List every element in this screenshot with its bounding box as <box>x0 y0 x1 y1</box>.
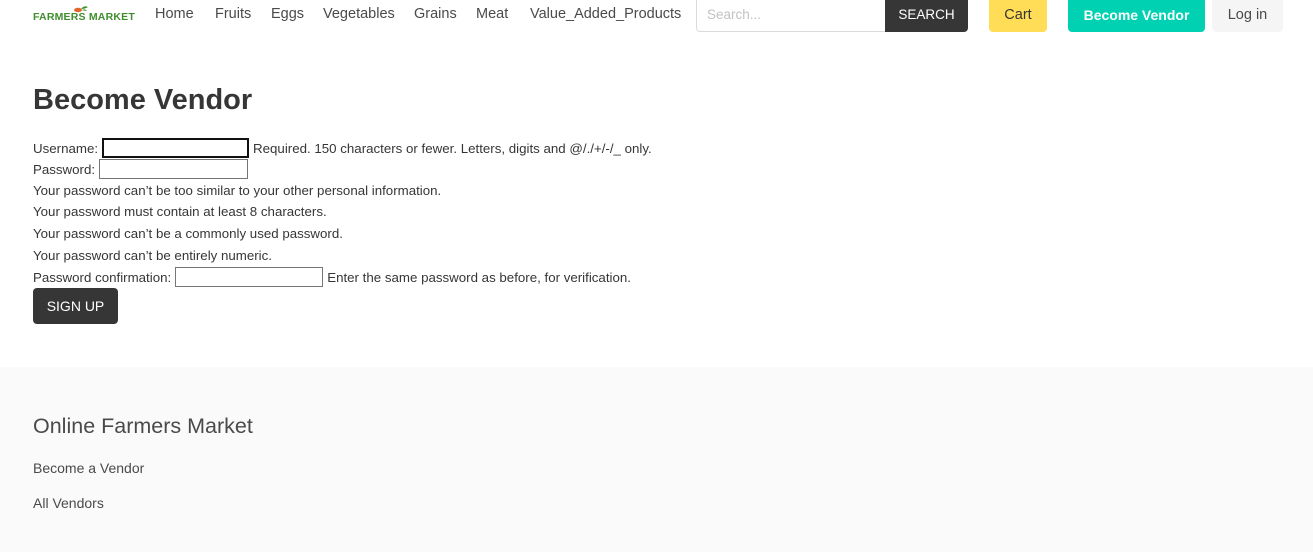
farmers-market-logo[interactable]: FARMERS MARKET <box>33 5 135 25</box>
nav-link-eggs[interactable]: Eggs <box>271 6 304 22</box>
username-input[interactable] <box>101 137 251 159</box>
footer: Online Farmers Market Become a Vendor Al… <box>0 367 1313 552</box>
nav-link-home[interactable]: Home <box>155 6 194 22</box>
become-vendor-button[interactable]: Become Vendor <box>1068 0 1205 32</box>
nav-link-grains[interactable]: Grains <box>414 6 457 22</box>
logo-text: FARMERS MARKET <box>33 11 135 23</box>
footer-title: Online Farmers Market <box>33 414 253 438</box>
navbar: FARMERS MARKET Home Fruits Eggs Vegetabl… <box>0 0 1313 34</box>
page-title: Become Vendor <box>33 84 253 116</box>
footer-link-all-vendors[interactable]: All Vendors <box>33 495 104 511</box>
password-label: Password: <box>33 161 96 177</box>
cart-button[interactable]: Cart <box>989 0 1047 32</box>
password-rule: Your password can’t be too similar to yo… <box>33 183 442 198</box>
username-help-text: Required. 150 characters or fewer. Lette… <box>253 140 652 156</box>
username-row: Username: Required. 150 characters or fe… <box>33 137 652 159</box>
username-label: Username: <box>33 140 99 156</box>
nav-link-value-added-products[interactable]: Value_Added_Products <box>530 6 681 22</box>
nav-link-fruits[interactable]: Fruits <box>215 6 251 22</box>
nav-link-meat[interactable]: Meat <box>476 6 508 22</box>
password-row: Password: <box>33 159 252 179</box>
sign-up-button[interactable]: SIGN UP <box>33 288 118 324</box>
search-button[interactable]: SEARCH <box>885 0 968 32</box>
password-rule: Your password must contain at least 8 ch… <box>33 204 327 219</box>
password-input[interactable] <box>99 159 249 179</box>
footer-link-become-vendor[interactable]: Become a Vendor <box>33 460 144 476</box>
password-rule: Your password can’t be a commonly used p… <box>33 226 343 241</box>
password-confirm-row: Password confirmation: Enter the same pa… <box>33 267 631 287</box>
password-confirm-label: Password confirmation: <box>33 269 172 285</box>
password-rule: Your password can’t be entirely numeric. <box>33 248 272 263</box>
login-button[interactable]: Log in <box>1212 0 1283 32</box>
search-input[interactable] <box>696 0 886 32</box>
nav-link-vegetables[interactable]: Vegetables <box>323 6 395 22</box>
password-confirm-help-text: Enter the same password as before, for v… <box>327 269 631 285</box>
password-confirm-input[interactable] <box>175 267 324 287</box>
